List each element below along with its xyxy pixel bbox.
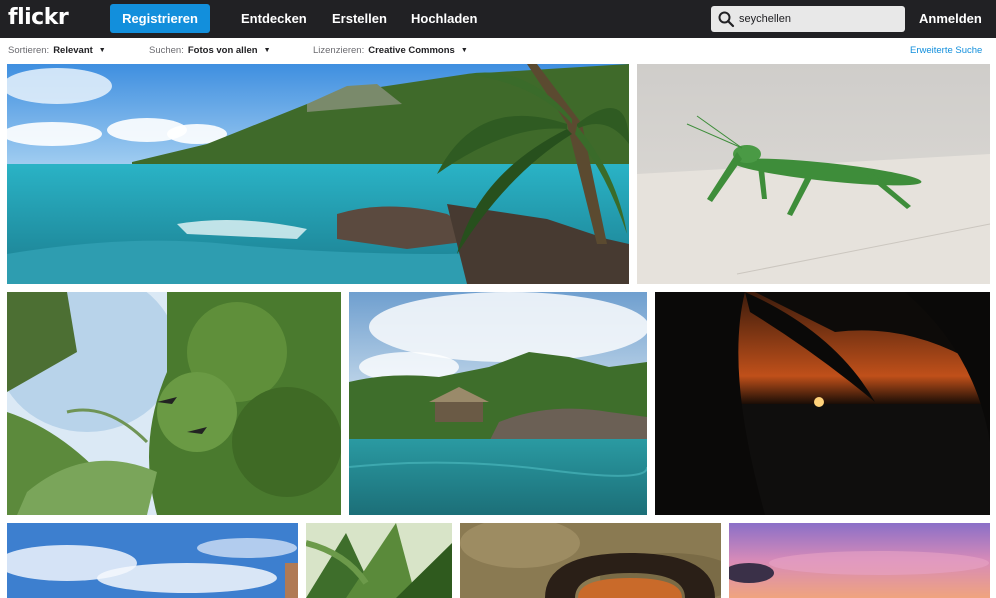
tree-photo[interactable] (7, 292, 341, 515)
sort-filter-label: Sortieren: (8, 45, 50, 56)
sky-photo[interactable] (7, 523, 298, 598)
nav-explore-link[interactable]: Entdecken (241, 11, 307, 26)
advanced-search-link[interactable]: Erweiterte Suche (910, 45, 982, 56)
signin-link[interactable]: Anmelden (919, 11, 982, 26)
search-scope-filter[interactable]: Suchen: Fotos von allen ▼ (149, 45, 271, 56)
sort-filter-value: Relevant (53, 45, 93, 56)
pink-sky-photo[interactable] (729, 523, 990, 598)
license-filter-value: Creative Commons (368, 45, 455, 56)
register-button[interactable]: Registrieren (110, 4, 210, 33)
plant-photo[interactable] (306, 523, 452, 598)
top-navigation-bar: flickr Registrieren Entdecken Erstellen … (0, 0, 996, 38)
search-input[interactable] (739, 9, 899, 29)
nav-create-link[interactable]: Erstellen (332, 11, 387, 26)
filter-bar: Sortieren: Relevant ▼ Suchen: Fotos von … (0, 38, 996, 62)
caret-down-icon: ▼ (98, 47, 106, 54)
caret-down-icon: ▼ (460, 47, 468, 54)
flickr-logo[interactable]: flickr (8, 5, 69, 30)
caret-down-icon: ▼ (263, 47, 271, 54)
sort-filter[interactable]: Sortieren: Relevant ▼ (8, 45, 106, 56)
search-scope-label: Suchen: (149, 45, 184, 56)
beach-palm-photo[interactable] (7, 64, 629, 284)
millipede-photo[interactable] (460, 523, 721, 598)
sunset-palm-photo[interactable] (655, 292, 990, 515)
license-filter[interactable]: Lizenzieren: Creative Commons ▼ (313, 45, 468, 56)
mantis-photo[interactable] (637, 64, 990, 284)
nav-upload-link[interactable]: Hochladen (411, 11, 477, 26)
search-box[interactable] (711, 6, 905, 32)
license-filter-label: Lizenzieren: (313, 45, 365, 56)
island-house-photo[interactable] (349, 292, 647, 515)
search-scope-value: Fotos von allen (187, 45, 258, 56)
search-icon[interactable] (717, 10, 735, 28)
